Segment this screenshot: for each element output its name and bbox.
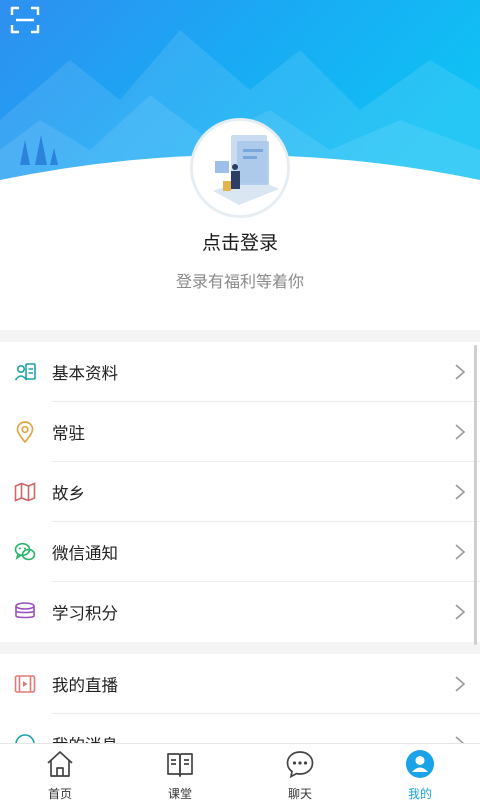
map-icon [14, 482, 36, 502]
chevron-right-icon [455, 484, 466, 500]
home-icon [47, 751, 73, 777]
wechat-icon [14, 542, 36, 561]
coins-stack-icon [15, 602, 35, 619]
avatar[interactable] [190, 118, 290, 218]
menu-item-label: 学习积分 [52, 604, 118, 623]
tab-label: 我的 [407, 787, 432, 800]
profile-card-icon [14, 363, 36, 381]
location-pin-icon [16, 421, 34, 443]
tab-home[interactable]: 首页 [0, 744, 120, 800]
tab-chat[interactable]: 聊天 [240, 744, 360, 800]
menu-item-residence[interactable]: 常驻 [0, 402, 480, 462]
chevron-right-icon [455, 424, 466, 440]
menu-group-account: 基本资料 常驻 故乡 微信通知 学习积分 [0, 342, 480, 642]
menu-item-my-live[interactable]: 我的直播 [0, 654, 480, 714]
login-subtitle: 登录有福利等着你 [175, 272, 304, 291]
section-divider [0, 642, 480, 654]
book-icon [167, 753, 193, 777]
chevron-right-icon [455, 364, 466, 380]
login-title[interactable]: 点击登录 [0, 228, 480, 255]
menu-item-hometown[interactable]: 故乡 [0, 462, 480, 522]
chevron-right-icon [455, 544, 466, 560]
user-icon [406, 750, 434, 778]
tab-mine[interactable]: 我的 [360, 744, 480, 800]
scrollbar[interactable] [474, 345, 477, 645]
menu-item-study-points[interactable]: 学习积分 [0, 582, 480, 642]
video-icon [14, 675, 36, 693]
chat-bubble-icon [286, 751, 314, 779]
tab-label: 课堂 [167, 787, 192, 800]
tab-classroom[interactable]: 课堂 [120, 744, 240, 800]
menu-item-basic-info[interactable]: 基本资料 [0, 342, 480, 402]
bottom-tab-bar: 首页 课堂 聊天 我的 [0, 743, 480, 800]
chevron-right-icon [455, 604, 466, 620]
chevron-right-icon [455, 676, 466, 692]
menu-item-label: 我的直播 [52, 676, 118, 695]
tab-label: 首页 [47, 787, 72, 800]
scan-icon[interactable] [10, 6, 40, 34]
section-divider [0, 330, 480, 342]
menu-item-label: 微信通知 [52, 544, 118, 563]
menu-item-wechat-notify[interactable]: 微信通知 [0, 522, 480, 582]
tab-label: 聊天 [287, 787, 312, 800]
menu-item-label: 故乡 [52, 484, 85, 503]
avatar-illustration [193, 121, 287, 215]
menu-item-label: 基本资料 [52, 364, 118, 383]
menu-item-label: 常驻 [52, 424, 85, 443]
